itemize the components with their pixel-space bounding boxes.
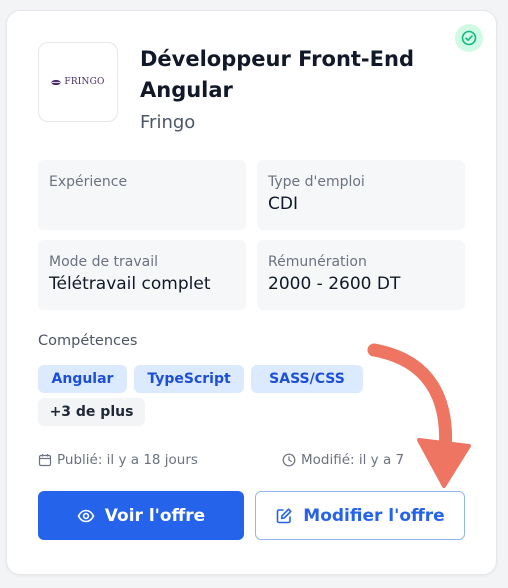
job-title: Développeur Front-End Angular <box>140 47 414 102</box>
edit-icon <box>276 507 292 523</box>
published-text: Publié: il y a 18 jours <box>57 452 198 468</box>
logo-mark-icon <box>51 79 61 85</box>
skills-label: Compétences <box>38 333 138 349</box>
experience-label: Expérience <box>49 174 128 190</box>
employment-type-label: Type d'emploi <box>268 174 365 190</box>
skill-chip: Angular <box>38 365 127 393</box>
company-name: Fringo <box>140 112 196 133</box>
published-date: Publié: il y a 18 jours <box>38 452 198 468</box>
employment-type-value: CDI <box>268 194 298 214</box>
employment-type-box: Type d'emploi CDI <box>257 160 465 230</box>
view-offer-button[interactable]: Voir l'offre <box>38 491 244 540</box>
view-offer-label: Voir l'offre <box>104 505 206 526</box>
modified-text: Modifié: il y a 7 <box>301 452 405 468</box>
work-mode-value: Télétravail complet <box>49 274 211 294</box>
clock-icon <box>282 453 296 467</box>
work-mode-label: Mode de travail <box>49 254 159 270</box>
more-skills-chip[interactable]: +3 de plus <box>38 398 145 426</box>
experience-box: Expérience <box>38 160 246 230</box>
salary-label: Rémunération <box>268 254 367 270</box>
skill-chip: TypeScript <box>134 365 244 393</box>
company-logo: FRINGO <box>38 42 118 122</box>
verified-check-icon <box>455 24 483 52</box>
eye-icon <box>77 509 95 522</box>
salary-value: 2000 - 2600 DT <box>268 274 401 294</box>
modified-date: Modifié: il y a 7 <box>282 452 404 468</box>
edit-offer-label: Modifier l'offre <box>303 505 445 526</box>
calendar-icon <box>38 454 52 467</box>
logo-text: FRINGO <box>64 77 105 87</box>
salary-box: Rémunération 2000 - 2600 DT <box>257 240 465 310</box>
work-mode-box: Mode de travail Télétravail complet <box>38 240 246 310</box>
edit-offer-button[interactable]: Modifier l'offre <box>255 491 465 540</box>
skill-chip: SASS/CSS <box>251 365 363 393</box>
